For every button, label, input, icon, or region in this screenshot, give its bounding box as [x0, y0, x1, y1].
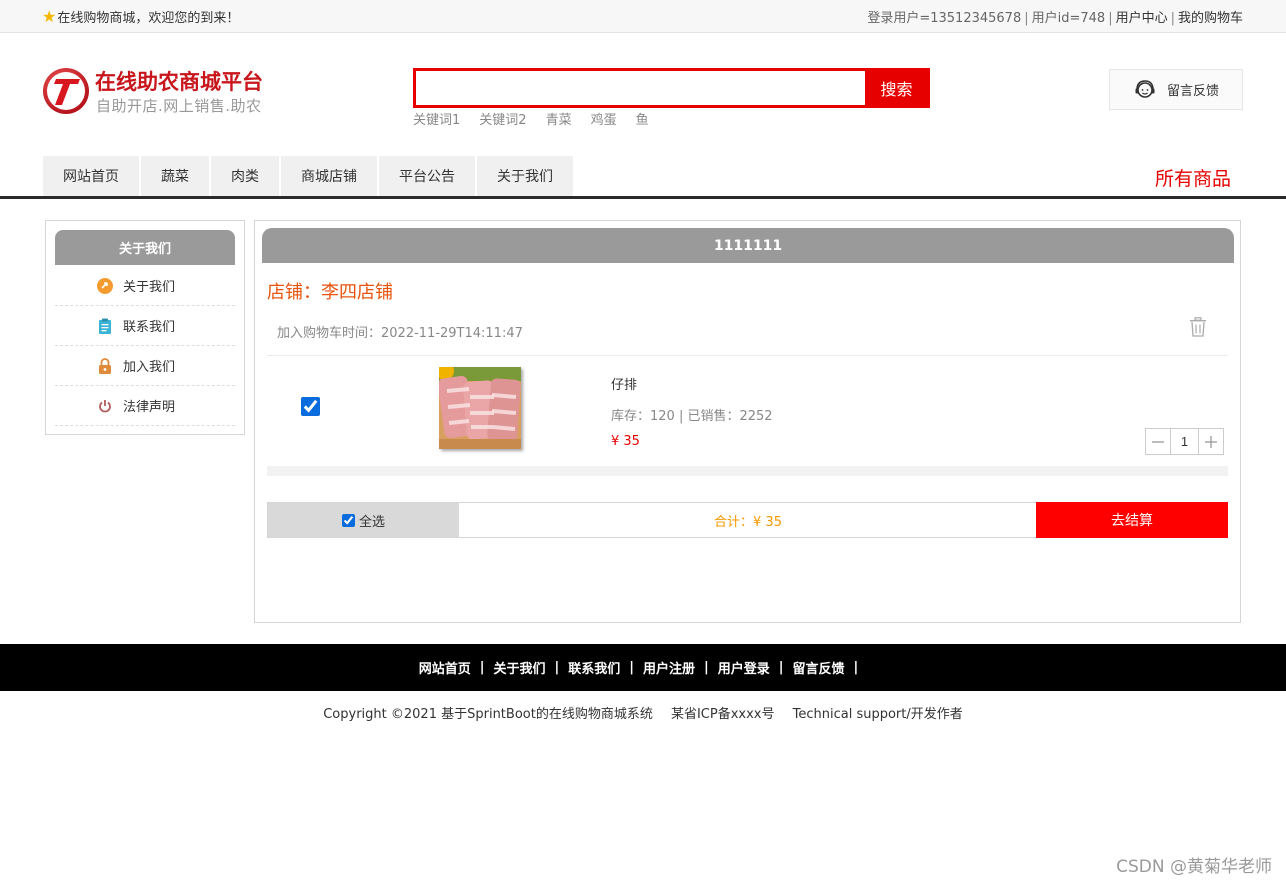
main-nav: 网站首页 蔬菜 肉类 商城店铺 平台公告 关于我们 所有商品: [0, 156, 1286, 199]
cart-total: 合计：¥ 35: [714, 514, 782, 530]
quantity-stepper: 1: [1145, 428, 1224, 455]
login-user-text: 登录用户=13512345678: [867, 11, 1022, 26]
footer-links: 网站首页 | 关于我们 | 联系我们 | 用户注册 | 用户登录 | 留言反馈 |: [0, 644, 1286, 691]
product-price: ¥ 35: [611, 434, 640, 449]
item-checkbox[interactable]: [301, 397, 320, 416]
sidebar-item-contact[interactable]: 联系我们: [55, 306, 235, 346]
customer-service-icon: [1135, 79, 1155, 98]
clipboard-icon: [97, 318, 113, 334]
nav-tabs: 网站首页 蔬菜 肉类 商城店铺 平台公告 关于我们: [43, 156, 575, 196]
select-all-checkbox[interactable]: [341, 513, 355, 527]
increase-button[interactable]: [1199, 429, 1223, 454]
power-icon: [97, 398, 113, 414]
checkout-button[interactable]: 去结算: [1036, 502, 1228, 538]
sidebar-item-legal[interactable]: 法律声明: [55, 386, 235, 426]
plus-icon: [1205, 435, 1217, 448]
cart-panel-title: 1111111: [262, 228, 1234, 263]
user-links: 登录用户=13512345678 | 用户id=748 | 用户中心 | 我的购物车: [867, 11, 1243, 26]
user-center-link[interactable]: 用户中心: [1116, 11, 1168, 26]
footer-link-about[interactable]: 关于我们: [493, 658, 545, 677]
footer-link-login[interactable]: 用户登录: [718, 658, 770, 677]
hot-keywords: 关键词1 关键词2 青菜 鸡蛋 鱼: [413, 109, 649, 128]
sidebar-item-about[interactable]: 关于我们: [55, 266, 235, 306]
shop-name[interactable]: 店铺：李四店铺: [267, 278, 393, 304]
welcome-text: 在线购物商城，欢迎您的到来！: [57, 11, 240, 26]
nav-tab-home[interactable]: 网站首页: [43, 156, 141, 196]
nav-tab-announcements[interactable]: 平台公告: [379, 156, 477, 196]
hot-keyword[interactable]: 鸡蛋: [591, 109, 617, 128]
hot-keyword[interactable]: 青菜: [546, 109, 572, 128]
product-name[interactable]: 仔排: [611, 374, 637, 393]
hot-keyword[interactable]: 关键词2: [479, 109, 526, 128]
product-stock-sales: 库存：120 | 已销售：2252: [611, 409, 773, 424]
checkout-bar: 全选 合计：¥ 35 去结算: [267, 502, 1228, 538]
quantity-value[interactable]: 1: [1170, 429, 1199, 454]
select-all[interactable]: 全选: [268, 503, 459, 537]
hot-keyword[interactable]: 鱼: [636, 109, 649, 128]
my-cart-link[interactable]: 我的购物车: [1178, 11, 1243, 26]
footer-link-register[interactable]: 用户注册: [643, 658, 695, 677]
sidebar-title: 关于我们: [55, 230, 235, 265]
nav-tab-about[interactable]: 关于我们: [477, 156, 575, 196]
minus-icon: [1152, 440, 1164, 443]
watermark: CSDN @黄菊华老师: [1116, 857, 1272, 877]
support-text: Technical support/开发作者: [792, 707, 963, 722]
sidebar-item-label: 联系我们: [123, 320, 176, 335]
brand-title: 在线助农商城平台: [95, 70, 263, 94]
added-time: 加入购物车时间：2022-11-29T14:11:47: [277, 326, 523, 341]
sidebar-item-label: 法律声明: [123, 400, 176, 415]
search-button[interactable]: 搜索: [865, 70, 928, 106]
cart-panel: 1111111 店铺：李四店铺 加入购物车时间：2022-11-29T14:11…: [254, 220, 1241, 623]
welcome-message: ★ 在线购物商城，欢迎您的到来！: [42, 7, 239, 26]
info-circle-icon: [97, 277, 113, 294]
nav-tab-meat[interactable]: 肉类: [211, 156, 281, 196]
sidebar-list: 关于我们 联系我们 加入我们 法律声明: [55, 266, 235, 426]
footer-link-home[interactable]: 网站首页: [419, 658, 471, 677]
feedback-label: 留言反馈: [1166, 84, 1219, 99]
sidebar-item-label: 加入我们: [123, 360, 176, 375]
icp-text: 某省ICP备xxxx号: [670, 707, 775, 722]
trash-icon[interactable]: [1189, 317, 1207, 337]
brand-subtitle: 自助开店.网上销售.助农: [96, 97, 262, 115]
nav-tab-shops[interactable]: 商城店铺: [281, 156, 379, 196]
hot-keyword[interactable]: 关键词1: [413, 109, 460, 128]
sidebar: 关于我们 关于我们 联系我们 加入我们 法律声明: [45, 220, 245, 435]
user-id-text: 用户id=748: [1031, 11, 1106, 26]
nav-tab-vegetables[interactable]: 蔬菜: [141, 156, 211, 196]
search-input[interactable]: [416, 71, 868, 105]
separator-strip: [267, 466, 1228, 476]
copyright-text: Copyright ©2021 基于SprintBoot的在线购物商城系统: [323, 707, 653, 722]
product-image[interactable]: [439, 367, 521, 449]
search-box: 搜索: [413, 68, 930, 108]
footer-link-contact[interactable]: 联系我们: [568, 658, 620, 677]
sidebar-item-label: 关于我们: [123, 280, 176, 295]
sidebar-item-join[interactable]: 加入我们: [55, 346, 235, 386]
divider: [267, 355, 1228, 356]
footer-link-feedback[interactable]: 留言反馈: [793, 658, 845, 677]
logo-icon[interactable]: [42, 67, 90, 115]
decrease-button[interactable]: [1146, 429, 1170, 454]
select-all-label: 全选: [358, 514, 385, 530]
feedback-button[interactable]: 留言反馈: [1109, 69, 1243, 110]
pork-ribs-image: [439, 367, 521, 449]
top-bar: ★ 在线购物商城，欢迎您的到来！ 登录用户=13512345678 | 用户id=7…: [0, 0, 1286, 33]
copyright: Copyright ©2021 基于SprintBoot的在线购物商城系统 某省…: [0, 703, 1286, 722]
lock-icon: [97, 357, 113, 374]
all-goods-link[interactable]: 所有商品: [1155, 164, 1231, 191]
star-icon: ★: [42, 6, 57, 26]
